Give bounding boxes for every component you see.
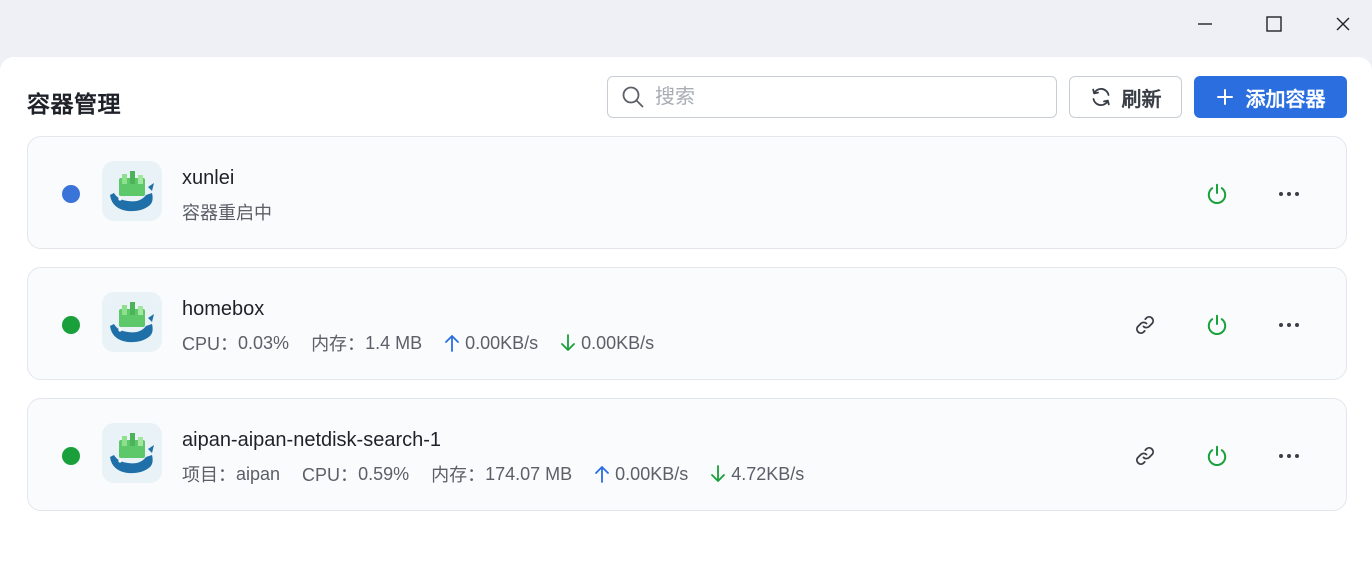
download-stat: 0.00KB/s (560, 333, 654, 354)
add-container-button[interactable]: 添加容器 (1194, 76, 1347, 118)
more-options-button[interactable] (1272, 439, 1306, 473)
container-stats: 项目： aipan CPU： 0.59% 内存： 174.07 MB 0.00K… (182, 461, 826, 487)
container-app-icon (102, 161, 162, 221)
link-icon (1136, 447, 1154, 465)
container-name: aipan-aipan-netdisk-search-1 (182, 429, 442, 451)
refresh-button[interactable]: 刷新 (1069, 76, 1182, 118)
cpu-value: 0.03% (238, 332, 290, 353)
search-icon (620, 84, 646, 110)
status-text: 容器重启中 (182, 203, 272, 223)
more-options-button[interactable] (1272, 177, 1306, 211)
maximize-icon (1266, 16, 1282, 32)
link-icon (1136, 316, 1154, 334)
minimize-button[interactable] (1182, 4, 1228, 44)
status-dot-restarting (62, 185, 80, 203)
upload-speed: 0.00KB/s (615, 463, 689, 484)
memory-label: 内存： (431, 465, 486, 485)
status-dot-running (62, 316, 80, 334)
cpu-stat: CPU： 0.59% (302, 461, 409, 487)
close-icon (1336, 17, 1350, 31)
power-button[interactable] (1200, 177, 1234, 211)
upload-stat: 0.00KB/s (444, 333, 538, 354)
more-icon (1279, 454, 1299, 458)
memory-value: 174.07 MB (485, 463, 573, 484)
memory-stat: 内存： 1.4 MB (311, 330, 422, 356)
power-icon (1207, 183, 1227, 205)
container-name: homebox (182, 298, 265, 320)
main-panel: 容器管理 刷新 添加容器 (0, 57, 1372, 565)
container-app-icon (102, 423, 162, 483)
arrow-down-icon (711, 465, 726, 482)
memory-value: 1.4 MB (365, 332, 423, 353)
power-button[interactable] (1200, 439, 1234, 473)
link-button[interactable] (1128, 308, 1162, 342)
maximize-button[interactable] (1251, 4, 1297, 44)
container-status-line: 容器重启中 (182, 199, 272, 225)
link-button[interactable] (1128, 439, 1162, 473)
more-icon (1279, 323, 1299, 327)
power-button[interactable] (1200, 308, 1234, 342)
upload-stat: 0.00KB/s (594, 464, 688, 485)
status-dot-running (62, 447, 80, 465)
more-icon (1279, 192, 1299, 196)
page-title: 容器管理 (27, 91, 121, 117)
add-container-label: 添加容器 (1245, 88, 1326, 111)
minimize-icon (1198, 23, 1212, 25)
power-icon (1207, 445, 1227, 467)
title-bar (0, 0, 1372, 57)
download-stat: 4.72KB/s (710, 464, 804, 485)
container-stats: CPU： 0.03% 内存： 1.4 MB 0.00KB/s 0.00KB/s (182, 330, 676, 356)
arrow-down-icon (561, 334, 576, 351)
container-card-aipan[interactable]: aipan-aipan-netdisk-search-1 项目： aipan C… (27, 398, 1347, 511)
cpu-label: CPU： (182, 334, 239, 354)
container-card-xunlei[interactable]: xunlei 容器重启中 (27, 136, 1347, 249)
plus-icon (1216, 89, 1233, 105)
more-options-button[interactable] (1272, 308, 1306, 342)
container-card-homebox[interactable]: homebox CPU： 0.03% 内存： 1.4 MB 0.00KB/s 0… (27, 267, 1347, 380)
refresh-icon (1091, 88, 1110, 106)
close-button[interactable] (1320, 4, 1366, 44)
refresh-label: 刷新 (1121, 88, 1162, 111)
project-stat: 项目： aipan (182, 461, 280, 487)
search-box[interactable] (607, 76, 1057, 118)
search-input[interactable] (655, 85, 1035, 109)
cpu-stat: CPU： 0.03% (182, 330, 289, 356)
cpu-value: 0.59% (358, 463, 410, 484)
container-name: xunlei (182, 167, 235, 189)
arrow-up-icon (445, 335, 459, 352)
container-app-icon (102, 292, 162, 352)
download-speed: 4.72KB/s (731, 463, 805, 484)
download-speed: 0.00KB/s (581, 332, 655, 353)
project-value: aipan (236, 463, 281, 484)
memory-label: 内存： (311, 334, 366, 354)
project-label: 项目： (182, 465, 236, 485)
power-icon (1207, 314, 1227, 336)
cpu-label: CPU： (302, 465, 359, 485)
arrow-up-icon (595, 466, 610, 483)
memory-stat: 内存： 174.07 MB (431, 461, 572, 487)
upload-speed: 0.00KB/s (465, 332, 539, 353)
